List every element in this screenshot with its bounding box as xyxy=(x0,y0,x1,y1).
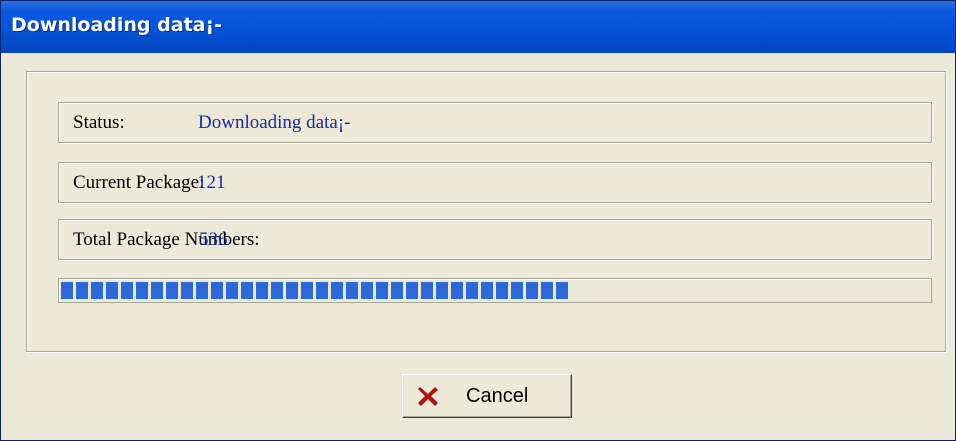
status-label: Status: xyxy=(73,112,125,133)
window-title: Downloading data¡- xyxy=(11,14,223,36)
close-x-icon xyxy=(418,387,438,406)
cancel-button[interactable]: Cancel xyxy=(402,374,572,418)
total-packages-label: Total Package Numbers: xyxy=(73,229,260,250)
total-packages-value: 536 xyxy=(199,229,228,250)
current-package-value: 121 xyxy=(197,172,226,193)
progress-fill xyxy=(61,282,568,299)
title-bar[interactable]: Downloading data¡- xyxy=(1,1,955,53)
current-package-label: Current Package: xyxy=(73,172,205,193)
current-package-field: Current Package: 121 xyxy=(58,162,932,203)
download-dialog: Downloading data¡- Status: Downloading d… xyxy=(0,0,956,441)
total-packages-field: Total Package Numbers: 536 xyxy=(58,219,932,260)
status-value: Downloading data¡- xyxy=(198,112,351,133)
cancel-button-label: Cancel xyxy=(466,385,529,407)
download-progress-bar xyxy=(58,278,932,303)
status-field: Status: Downloading data¡- xyxy=(58,102,932,143)
